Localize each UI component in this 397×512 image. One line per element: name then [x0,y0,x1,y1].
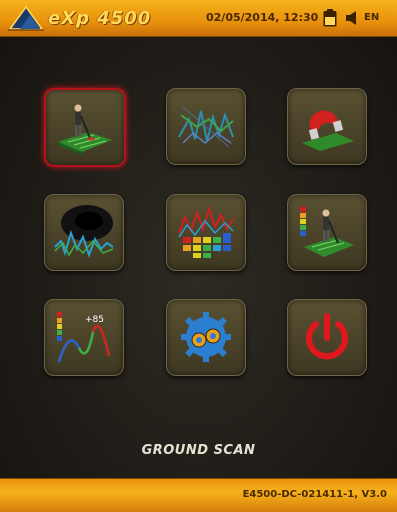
language-indicator[interactable]: EN [364,12,379,23]
magnetometer-button[interactable] [287,88,367,165]
magnet-icon [302,110,354,151]
power-off-button[interactable] [287,299,367,376]
date-time: 02/05/2014, 12:30 [206,11,319,24]
selected-mode-label: GROUND SCAN [141,443,256,458]
discrimination-icon [178,205,234,258]
pinpointer-icon: +85 [57,312,111,363]
power-icon [306,313,348,360]
pinpointer-value: +85 [85,315,104,325]
live-stream-button[interactable] [287,194,367,271]
ground-scan-button[interactable] [44,88,126,167]
brand-logo: eXp 4500 [6,3,156,33]
live-stream-icon [300,207,354,257]
discrimination-button[interactable] [166,194,246,271]
automatic-scan-button[interactable] [166,88,246,165]
gears-icon [181,312,231,362]
ground-scan-icon [58,104,112,155]
bottom-status-bar: E4500-DC-021411-1, V3.0 [0,478,397,512]
pinpointer-button[interactable]: +85 [44,299,124,376]
automatic-scan-icon [178,106,234,148]
settings-button[interactable] [166,299,246,376]
pyramid-logo-icon [8,5,44,31]
top-status-bar: eXp 4500 02/05/2014, 12:30 EN [0,0,397,37]
device-screen: eXp 4500 02/05/2014, 12:30 EN +85 GROUND… [0,0,397,512]
cavity-icon [54,205,114,258]
logo-text: eXp 4500 [48,8,152,29]
firmware-version: E4500-DC-021411-1, V3.0 [242,489,387,500]
battery-icon [323,9,337,27]
speaker-icon[interactable] [345,11,359,25]
cavity-detection-button[interactable] [44,194,124,271]
